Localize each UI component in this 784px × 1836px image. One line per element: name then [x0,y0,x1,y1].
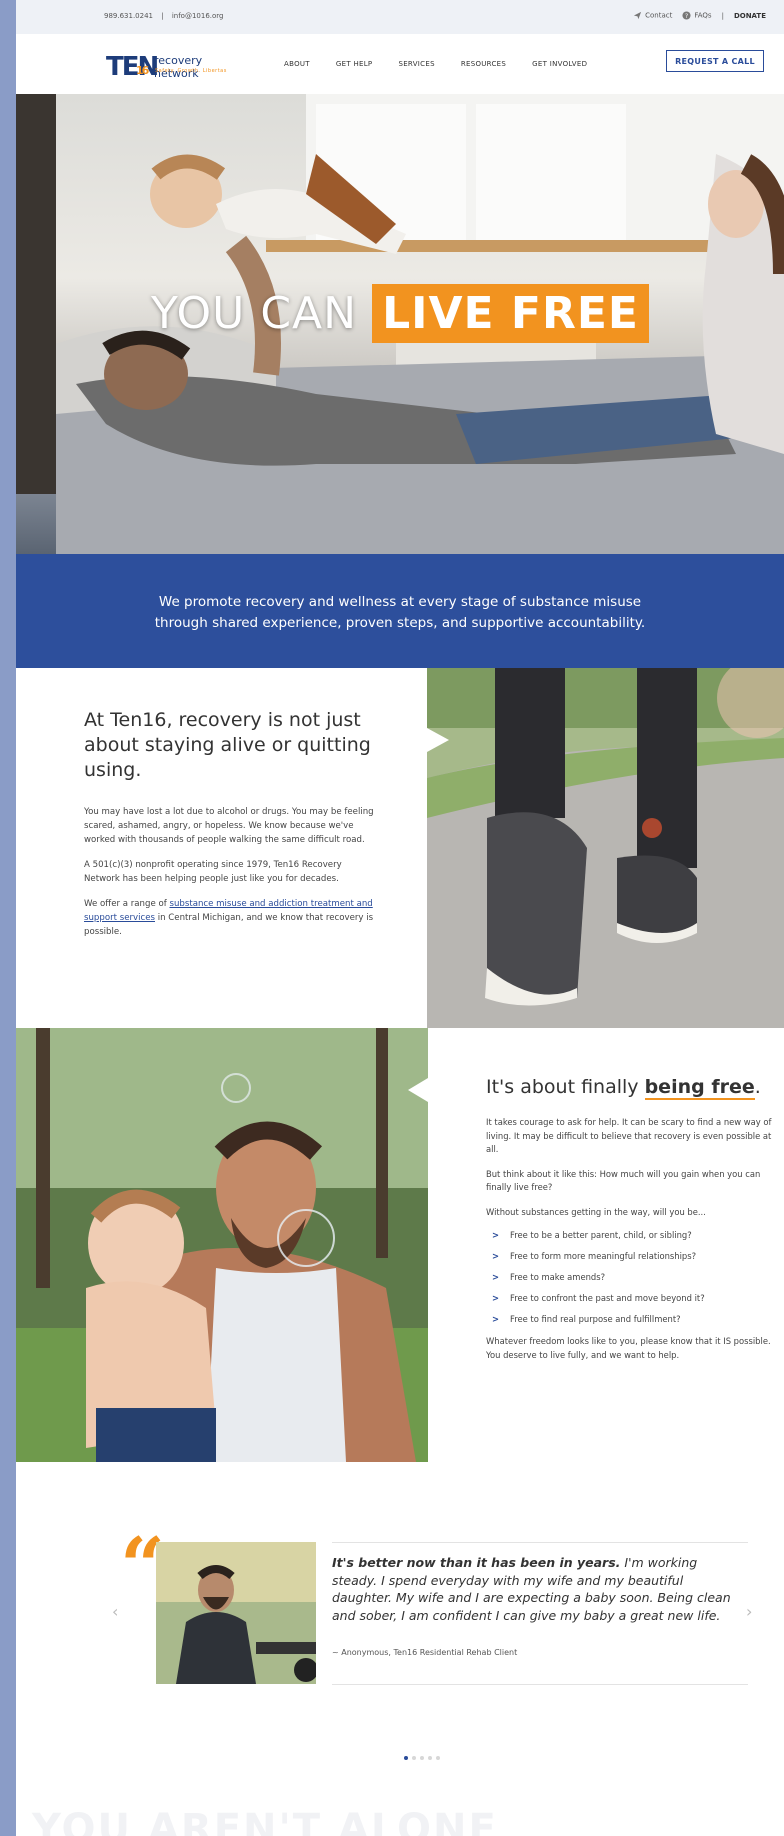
contact-label: Contact [645,11,673,20]
chevron-right-icon: > [492,1230,500,1240]
donate-link[interactable]: DONATE [734,12,766,20]
mission-line-2: through shared experience, proven steps,… [154,615,646,631]
mission-band: We promote recovery and wellness at ever… [16,554,784,668]
slide-dot-2[interactable] [412,1756,416,1760]
chevron-right-icon: > [492,1272,500,1282]
list-item: > Free to find real purpose and fulfillme… [492,1314,681,1324]
utility-bar: 989.631.0241 | info@1016.org Contact ? FA… [16,0,784,34]
faqs-label: FAQs [694,11,712,20]
nav-item-get-involved[interactable]: GET INVOLVED [532,60,587,68]
separator: | [161,12,164,20]
utility-links: Contact ? FAQs | DONATE [633,11,766,20]
intro-text: At Ten16, recovery is not just about sta… [84,708,380,950]
being-free-paragraph-2: But think about it like this: How much w… [486,1168,761,1193]
slide-dot-4[interactable] [428,1756,432,1760]
walking-photo [427,668,784,1028]
intro-paragraph-1: You may have lost a lot due to alcohol o… [84,807,374,845]
list-item: > Free to be a better parent, child, or s… [492,1230,692,1240]
nav-item-resources[interactable]: RESOURCES [461,60,506,68]
contact-link[interactable]: Contact [633,11,672,20]
intro-section: At Ten16, recovery is not just about sta… [16,668,784,1028]
testimonial-slider: “ It's better now than it has been in ye… [16,1462,784,1836]
nav-item-about[interactable]: ABOUT [284,60,310,68]
being-free-heading: It's about finally being free. [486,1076,761,1100]
free-list: > Free to be a better parent, child, or s… [486,1230,776,1325]
next-section-heading: YOU AREN'T ALONE [32,1806,498,1836]
testimonial-photo [156,1542,316,1684]
email-link[interactable]: info@1016.org [172,12,224,20]
being-free-paragraph-3: Without substances getting in the way, w… [486,1206,706,1217]
slide-dot-1[interactable] [404,1756,408,1760]
mission-statement: We promote recovery and wellness at ever… [16,592,784,634]
question-icon: ? [682,11,691,20]
prev-slide-button[interactable]: ‹ [112,1602,118,1621]
list-item: > Free to make amends? [492,1272,606,1282]
being-free-text: It's about finally being free. It takes … [486,1076,776,1373]
intro-paragraph-3: We offer a range of substance misuse and… [84,899,374,937]
hero-title: YOU CAN LIVE FREE [16,284,784,343]
list-item: > Free to confront the past and move beyo… [492,1293,705,1303]
nav-item-get-help[interactable]: GET HELP [336,60,373,68]
notch [427,728,449,752]
contact-info: 989.631.0241 | info@1016.org [104,12,229,20]
slider-pagination [404,1756,440,1760]
hero-title-highlight: LIVE FREE [372,284,649,343]
notch [408,1078,428,1102]
logo-mark: TEN 16 [106,52,159,82]
intro-paragraph-2: A 501(c)(3) nonprofit operating since 19… [84,860,342,884]
testimonial-attribution: ~ Anonymous, Ten16 Residential Rehab Cli… [332,1648,518,1657]
being-free-paragraph-1: It takes courage to ask for help. It can… [486,1117,772,1154]
testimonial-lead: It's better now than it has been in year… [332,1555,621,1570]
main-nav: TEN 16 recovery network Safety. Growth. L… [16,34,784,94]
being-free-paragraph-4: Whatever freedom looks like to you, plea… [486,1336,771,1360]
page: 989.631.0241 | info@1016.org Contact ? FA… [16,0,784,1836]
list-item: > Free to form more meaningful relationsh… [492,1251,697,1261]
divider [332,1684,748,1685]
intro-heading: At Ten16, recovery is not just about sta… [84,709,371,781]
mission-line-1: We promote recovery and wellness at ever… [158,594,642,610]
svg-text:?: ? [685,13,688,20]
testimonial-quote: It's better now than it has been in year… [332,1554,744,1624]
phone-link[interactable]: 989.631.0241 [104,12,153,20]
next-slide-button[interactable]: › [746,1602,752,1621]
logo-name: recovery network [154,54,203,80]
send-icon [634,11,642,20]
separator: | [721,11,724,20]
nav-menu: ABOUT GET HELP SERVICES RESOURCES GET IN… [284,60,587,68]
nav-item-services[interactable]: SERVICES [398,60,434,68]
logo-tagline: Safety. Growth. Libertas [155,68,227,74]
being-free-section: It's about finally being free. It takes … [16,1028,784,1462]
faqs-link[interactable]: ? FAQs [682,11,712,20]
hero-banner: YOU CAN LIVE FREE [16,94,784,554]
chevron-right-icon: > [492,1251,500,1261]
logo[interactable]: TEN 16 recovery network Safety. Growth. L… [106,50,246,82]
slide-dot-5[interactable] [436,1756,440,1760]
father-child-photo [16,1028,428,1462]
chevron-right-icon: > [492,1293,500,1303]
slide-dot-3[interactable] [420,1756,424,1760]
hero-title-plain: YOU CAN [151,288,358,339]
request-call-button[interactable]: REQUEST A CALL [666,50,764,72]
divider [332,1542,748,1543]
chevron-right-icon: > [492,1314,500,1324]
